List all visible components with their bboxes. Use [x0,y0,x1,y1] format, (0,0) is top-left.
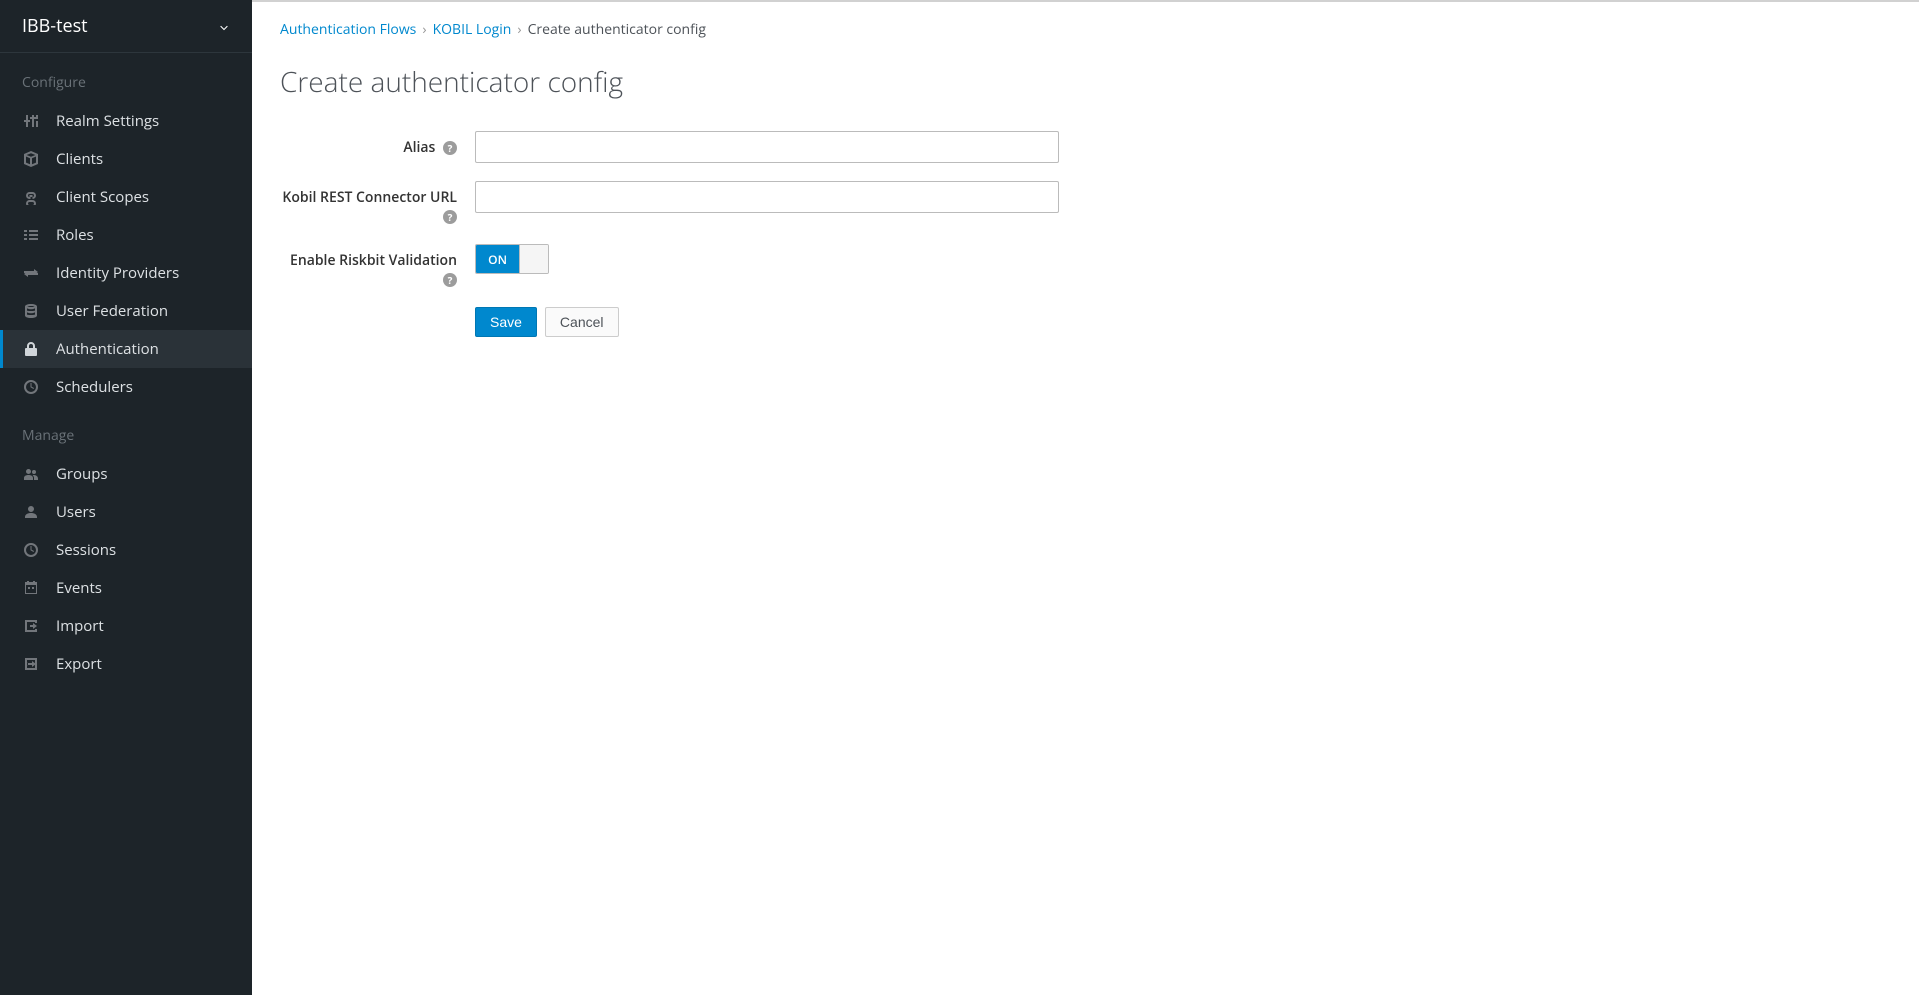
list-icon [22,226,40,244]
sidebar-item-import[interactable]: Import [0,607,252,645]
toggle-knob [519,245,548,273]
help-icon[interactable]: ? [443,273,457,287]
lock-icon [22,340,40,358]
sidebar-item-clients[interactable]: Clients [0,140,252,178]
sidebar-item-label: Sessions [56,540,116,560]
sidebar-item-label: Clients [56,149,103,169]
sidebar-item-label: User Federation [56,301,168,321]
sidebar-item-identity-providers[interactable]: Identity Providers [0,254,252,292]
breadcrumb-separator: › [517,20,521,39]
export-icon [22,655,40,673]
main-content: Authentication Flows › KOBIL Login › Create … [252,0,1919,995]
cancel-button[interactable]: Cancel [545,307,619,337]
save-button[interactable]: Save [475,307,537,337]
sidebar-item-schedulers[interactable]: Schedulers [0,368,252,406]
sidebar-item-label: Roles [56,225,94,245]
sidebar-item-groups[interactable]: Groups [0,455,252,493]
sidebar-item-label: Users [56,502,96,522]
sidebar-item-label: Export [56,654,102,674]
breadcrumb-separator: › [422,20,426,39]
sidebar-item-user-federation[interactable]: User Federation [0,292,252,330]
toggle-on-label: ON [476,245,519,273]
connector-url-label: Kobil REST Connector URL ? [280,181,475,226]
exchange-icon [22,264,40,282]
sidebar-item-label: Import [56,616,104,636]
sidebar-item-roles[interactable]: Roles [0,216,252,254]
sidebar-item-label: Client Scopes [56,187,149,207]
database-icon [22,302,40,320]
sliders-icon [22,112,40,130]
help-icon[interactable]: ? [443,210,457,224]
breadcrumb-item: Create authenticator config [528,20,706,39]
authenticator-config-form: Alias ? Kobil REST Connector URL ? E [280,131,1891,337]
sidebar-item-realm-settings[interactable]: Realm Settings [0,102,252,140]
nav-section-title: Configure [0,73,252,102]
import-icon [22,617,40,635]
riskbit-label: Enable Riskbit Validation ? [280,244,475,289]
clock-icon [22,378,40,396]
nav-section: Configure Realm Settings Clients Client Sco… [0,53,252,406]
user-icon [22,503,40,521]
sidebar-item-authentication[interactable]: Authentication [0,330,252,368]
cube-icon [22,150,40,168]
sidebar-item-label: Groups [56,464,108,484]
sidebar-item-label: Events [56,578,102,598]
sidebar-item-label: Realm Settings [56,111,159,131]
sidebar-item-sessions[interactable]: Sessions [0,531,252,569]
nav-section: Manage Groups Users Sessions Events Import Exp… [0,406,252,683]
sidebar-item-users[interactable]: Users [0,493,252,531]
chevron-down-icon [218,20,230,32]
sidebar-item-label: Authentication [56,339,159,359]
riskbit-toggle[interactable]: ON [475,244,549,274]
nav-section-title: Manage [0,426,252,455]
breadcrumb-item[interactable]: Authentication Flows [280,20,416,39]
sidebar-item-client-scopes[interactable]: Client Scopes [0,178,252,216]
sidebar: IBB-test ConfigureRealm SettingsClientsC… [0,0,252,995]
connector-url-input[interactable] [475,181,1059,213]
realm-selector[interactable]: IBB-test [0,0,252,53]
calendar-icon [22,579,40,597]
sidebar-item-events[interactable]: Events [0,569,252,607]
alias-label: Alias ? [280,131,475,157]
page-title: Create authenticator config [280,63,1891,101]
alias-input[interactable] [475,131,1059,163]
breadcrumb-item[interactable]: KOBIL Login [433,20,512,39]
sidebar-item-export[interactable]: Export [0,645,252,683]
realm-name: IBB-test [22,14,88,38]
chain-icon [22,188,40,206]
breadcrumb: Authentication Flows › KOBIL Login › Create … [280,20,1891,39]
clock-icon [22,541,40,559]
help-icon[interactable]: ? [443,141,457,155]
sidebar-item-label: Identity Providers [56,263,179,283]
sidebar-item-label: Schedulers [56,377,133,397]
users-icon [22,465,40,483]
